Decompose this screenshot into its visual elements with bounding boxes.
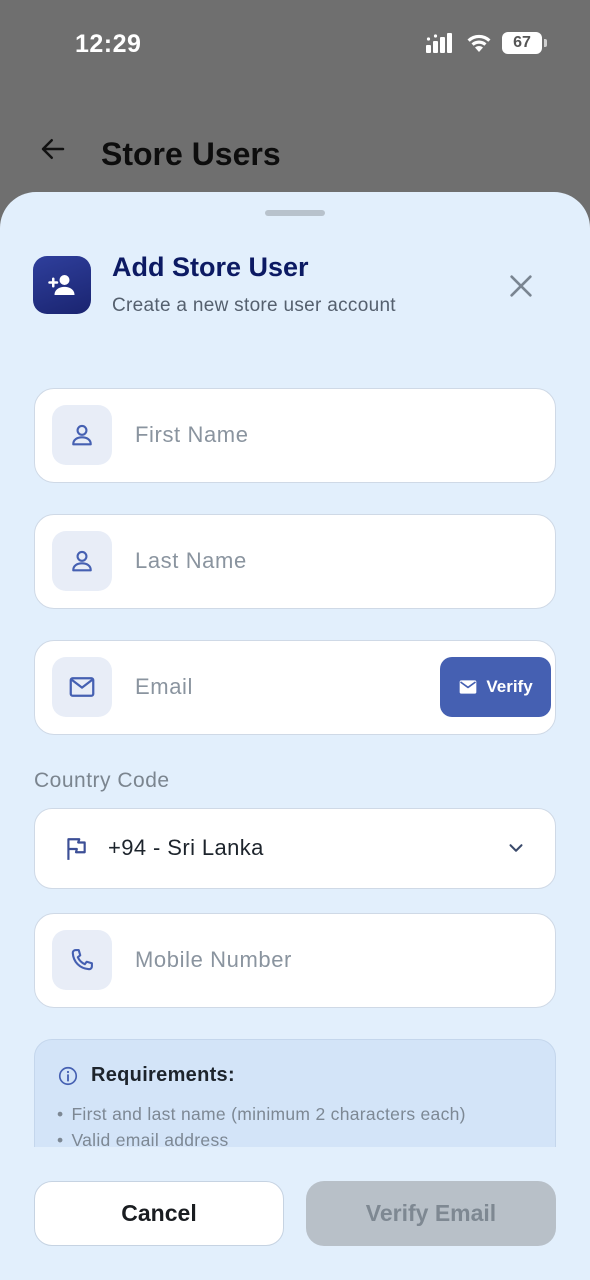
status-time: 12:29 xyxy=(75,30,142,58)
wifi-icon xyxy=(467,34,491,52)
first-name-field[interactable]: First Name xyxy=(34,388,556,483)
verify-email-chip-button[interactable]: Verify xyxy=(440,657,551,717)
modal-subtitle: Create a new store user account xyxy=(112,295,396,316)
requirements-title: Requirements: xyxy=(91,1064,235,1086)
info-icon xyxy=(58,1066,78,1085)
person-icon xyxy=(52,531,112,591)
phone-icon xyxy=(52,930,112,990)
mail-icon xyxy=(52,657,112,717)
mobile-number-input[interactable]: Mobile Number xyxy=(135,914,292,1006)
add-user-sheet: Add Store User Create a new store user a… xyxy=(0,192,590,1280)
app-header: Store Users xyxy=(0,120,590,190)
battery-level: 67 xyxy=(513,34,531,51)
first-name-input[interactable]: First Name xyxy=(135,389,249,481)
requirements-header: Requirements: xyxy=(57,1064,235,1087)
chevron-down-icon[interactable] xyxy=(505,837,527,859)
back-arrow-icon[interactable] xyxy=(38,134,68,164)
last-name-field[interactable]: Last Name xyxy=(34,514,556,609)
country-code-select[interactable]: +94 - Sri Lanka xyxy=(34,808,556,889)
status-bar: 12:29 67 xyxy=(0,0,590,90)
battery-indicator: 67 xyxy=(502,32,547,54)
person-add-icon xyxy=(33,256,91,314)
verify-email-button[interactable]: Verify Email xyxy=(306,1181,556,1246)
last-name-input[interactable]: Last Name xyxy=(135,515,247,607)
verify-chip-label: Verify xyxy=(486,677,533,696)
page-title: Store Users xyxy=(101,136,281,172)
email-field[interactable]: Email Verify xyxy=(34,640,556,735)
close-icon[interactable] xyxy=(505,270,537,302)
drag-handle[interactable] xyxy=(265,210,325,216)
country-code-label: Country Code xyxy=(34,769,170,792)
requirements-list: First and last name (minimum 2 character… xyxy=(57,1102,466,1153)
country-code-value: +94 - Sri Lanka xyxy=(108,835,264,860)
email-input[interactable]: Email xyxy=(135,641,193,733)
modal-title: Add Store User xyxy=(112,252,309,282)
flag-icon xyxy=(67,838,86,860)
mail-icon xyxy=(460,680,477,694)
requirement-item: First and last name (minimum 2 character… xyxy=(57,1102,466,1128)
cancel-button[interactable]: Cancel xyxy=(34,1181,284,1246)
status-icons: 67 xyxy=(426,32,547,54)
signal-icon xyxy=(426,33,452,53)
person-icon xyxy=(52,405,112,465)
mobile-number-field[interactable]: Mobile Number xyxy=(34,913,556,1008)
sheet-footer: Cancel Verify Email xyxy=(0,1147,590,1280)
